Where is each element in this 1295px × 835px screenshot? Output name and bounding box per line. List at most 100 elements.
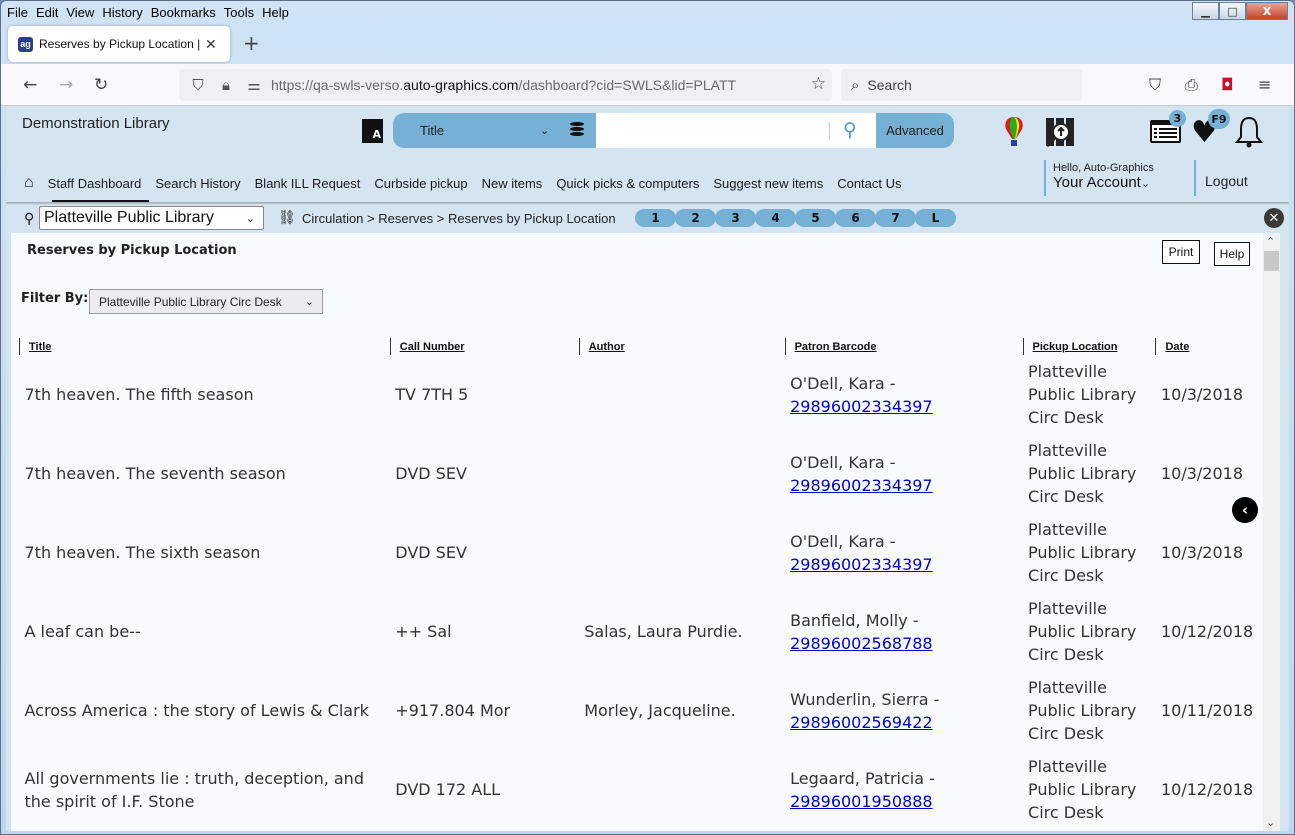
table-row: All governments lie : truth, deception, …	[20, 750, 1260, 829]
scrollbar-thumb[interactable]	[1264, 251, 1279, 271]
scroll-up-icon[interactable]: ⌃	[1266, 235, 1275, 248]
your-account-link[interactable]: Your Account⌄	[1053, 174, 1154, 191]
column-call-number[interactable]: Call Number	[389, 338, 580, 355]
main-nav: ⌂ Staff Dashboard Search History Blank I…	[24, 174, 916, 192]
menu-history[interactable]: History	[102, 5, 142, 20]
library-select[interactable]: Platteville Public Library ⌄	[39, 206, 264, 230]
column-date[interactable]: Date	[1155, 338, 1259, 355]
search-icon[interactable]: ⚲	[843, 119, 857, 141]
cell-author	[579, 513, 785, 592]
nav-blank-ill-request[interactable]: Blank ILL Request	[255, 176, 361, 191]
patron-barcode-link[interactable]: 29896002334397	[790, 397, 933, 416]
quick-tab-7[interactable]: 7	[875, 209, 916, 227]
bell-icon[interactable]	[1234, 115, 1264, 149]
quick-tab-6[interactable]: 6	[835, 209, 876, 227]
quick-tab-3[interactable]: 3	[715, 209, 756, 227]
patron-barcode-link[interactable]: 29896002334397	[790, 555, 933, 574]
permissions-icon[interactable]: ⚌	[245, 76, 263, 94]
database-icon[interactable]	[570, 122, 584, 139]
cell-pickup-location: Platteville Public Library Circ Desk	[1028, 757, 1137, 822]
new-tab-icon[interactable]: +	[243, 31, 260, 55]
account-menu[interactable]: Hello, Auto-Graphics Your Account⌄	[1044, 160, 1154, 196]
browse-shelf-icon[interactable]	[1043, 116, 1077, 148]
browser-search-bar[interactable]: ⌕ Search	[841, 69, 1082, 101]
menu-edit[interactable]: Edit	[36, 5, 58, 20]
nav-staff-dashboard[interactable]: Staff Dashboard	[48, 176, 142, 191]
patron-barcode-link[interactable]: 29896001950888	[790, 792, 933, 811]
shield-icon[interactable]: ⛉	[189, 77, 207, 94]
logout-link[interactable]: Logout	[1194, 160, 1248, 196]
cell-date: 10/11/2018	[1160, 701, 1254, 720]
tab-bar: ag Reserves by Pickup Location | SWLS ✕ …	[1, 25, 1294, 63]
search-scope-select[interactable]: Title ⌄	[393, 113, 563, 148]
menu-view[interactable]: View	[66, 5, 94, 20]
patron-name: Banfield, Molly -	[790, 610, 919, 630]
forward-icon[interactable]: →	[59, 75, 73, 95]
column-patron-barcode[interactable]: Patron Barcode	[784, 338, 1024, 355]
column-pickup-location[interactable]: Pickup Location	[1022, 338, 1156, 355]
favorites-badge: F9	[1208, 109, 1230, 129]
patron-barcode-link[interactable]: 29896002334397	[790, 476, 933, 495]
patron-name: Legaard, Patricia -	[790, 768, 935, 788]
help-button[interactable]: Help	[1214, 242, 1250, 266]
column-author[interactable]: Author	[578, 338, 786, 355]
minimize-button[interactable]: ▁	[1192, 2, 1219, 20]
menu-bar: File Edit View History Bookmarks Tools H…	[1, 1, 1294, 23]
quick-tab-2[interactable]: 2	[675, 209, 716, 227]
url-bar[interactable]: ⛉ 🔒︎ ⚌ https://qa-swls-verso.auto-graphi…	[179, 69, 832, 101]
cell-patron: O'Dell, Kara - 29896002334397	[785, 355, 1023, 434]
extension-icon[interactable]: ◘	[1221, 75, 1234, 94]
column-title[interactable]: Title	[19, 338, 391, 355]
nav-contact-us[interactable]: Contact Us	[837, 176, 901, 191]
scroll-down-icon[interactable]: ⌄	[1266, 816, 1275, 829]
hamburger-menu-icon[interactable]: ≡	[1258, 75, 1271, 94]
balloon-icon[interactable]	[1003, 116, 1025, 148]
nav-curbside-pickup[interactable]: Curbside pickup	[374, 176, 467, 191]
quick-tabs: 1 2 3 4 5 6 7 L	[635, 209, 956, 227]
cell-date: 10/12/2018	[1160, 622, 1254, 641]
tab-active[interactable]: ag Reserves by Pickup Location | SWLS ✕	[8, 26, 230, 62]
cell-call-number: DVD SEV	[395, 543, 467, 562]
filter-select-value: Platteville Public Library Circ Desk	[99, 294, 282, 309]
maximize-button[interactable]: □	[1219, 2, 1246, 20]
page-title: Reserves by Pickup Location	[27, 243, 237, 258]
menu-help[interactable]: Help	[262, 5, 289, 20]
print-icon[interactable]: ⎙	[1185, 75, 1198, 95]
cell-date: 10/12/2018	[1160, 780, 1254, 799]
filter-select[interactable]: Platteville Public Library Circ Desk ⌄	[89, 289, 323, 314]
search-scope-value: Title	[420, 123, 445, 138]
lock-icon[interactable]: 🔒︎	[217, 77, 235, 94]
menu-file[interactable]: File	[7, 5, 28, 20]
quick-tab-l[interactable]: L	[915, 209, 956, 227]
url-text[interactable]: https://qa-swls-verso.auto-graphics.com/…	[271, 77, 736, 93]
menu-tools[interactable]: Tools	[224, 5, 254, 20]
catalog-search-input[interactable]	[596, 113, 876, 148]
greeting: Hello, Auto-Graphics	[1053, 162, 1154, 174]
cell-author	[579, 750, 785, 829]
advanced-search-button[interactable]: Advanced	[876, 113, 954, 148]
collapse-sidebar-icon[interactable]: ‹	[1232, 497, 1258, 523]
nav-new-items[interactable]: New items	[482, 176, 543, 191]
pocket-icon[interactable]: ⛉	[1149, 75, 1161, 95]
nav-suggest-new-items[interactable]: Suggest new items	[713, 176, 823, 191]
vertical-scrollbar[interactable]: ⌃ ⌄	[1263, 233, 1280, 831]
reload-icon[interactable]: ↻	[94, 75, 108, 95]
print-button[interactable]: Print	[1162, 240, 1200, 264]
patron-barcode-link[interactable]: 29896002568788	[790, 634, 933, 653]
close-panel-icon[interactable]: ✕	[1264, 208, 1284, 228]
window-close-button[interactable]: X	[1246, 2, 1288, 20]
translate-icon[interactable]: A	[362, 119, 383, 143]
menu-bookmarks[interactable]: Bookmarks	[151, 5, 216, 20]
home-icon[interactable]: ⌂	[24, 174, 34, 192]
nav-search-history[interactable]: Search History	[155, 176, 240, 191]
tab-close-icon[interactable]: ✕	[205, 36, 217, 53]
cell-call-number: DVD 172 ALL	[395, 780, 501, 799]
bookmark-star-icon[interactable]: ☆	[811, 74, 826, 94]
quick-tab-1[interactable]: 1	[635, 209, 676, 227]
nav-quick-picks[interactable]: Quick picks & computers	[556, 176, 699, 191]
quick-tab-4[interactable]: 4	[755, 209, 796, 227]
patron-barcode-link[interactable]: 29896002569422	[790, 713, 933, 732]
quick-tab-5[interactable]: 5	[795, 209, 836, 227]
back-icon[interactable]: ←	[23, 75, 37, 95]
table-row: 7th heaven. The sixth season DVD SEV O'Del…	[20, 513, 1260, 592]
